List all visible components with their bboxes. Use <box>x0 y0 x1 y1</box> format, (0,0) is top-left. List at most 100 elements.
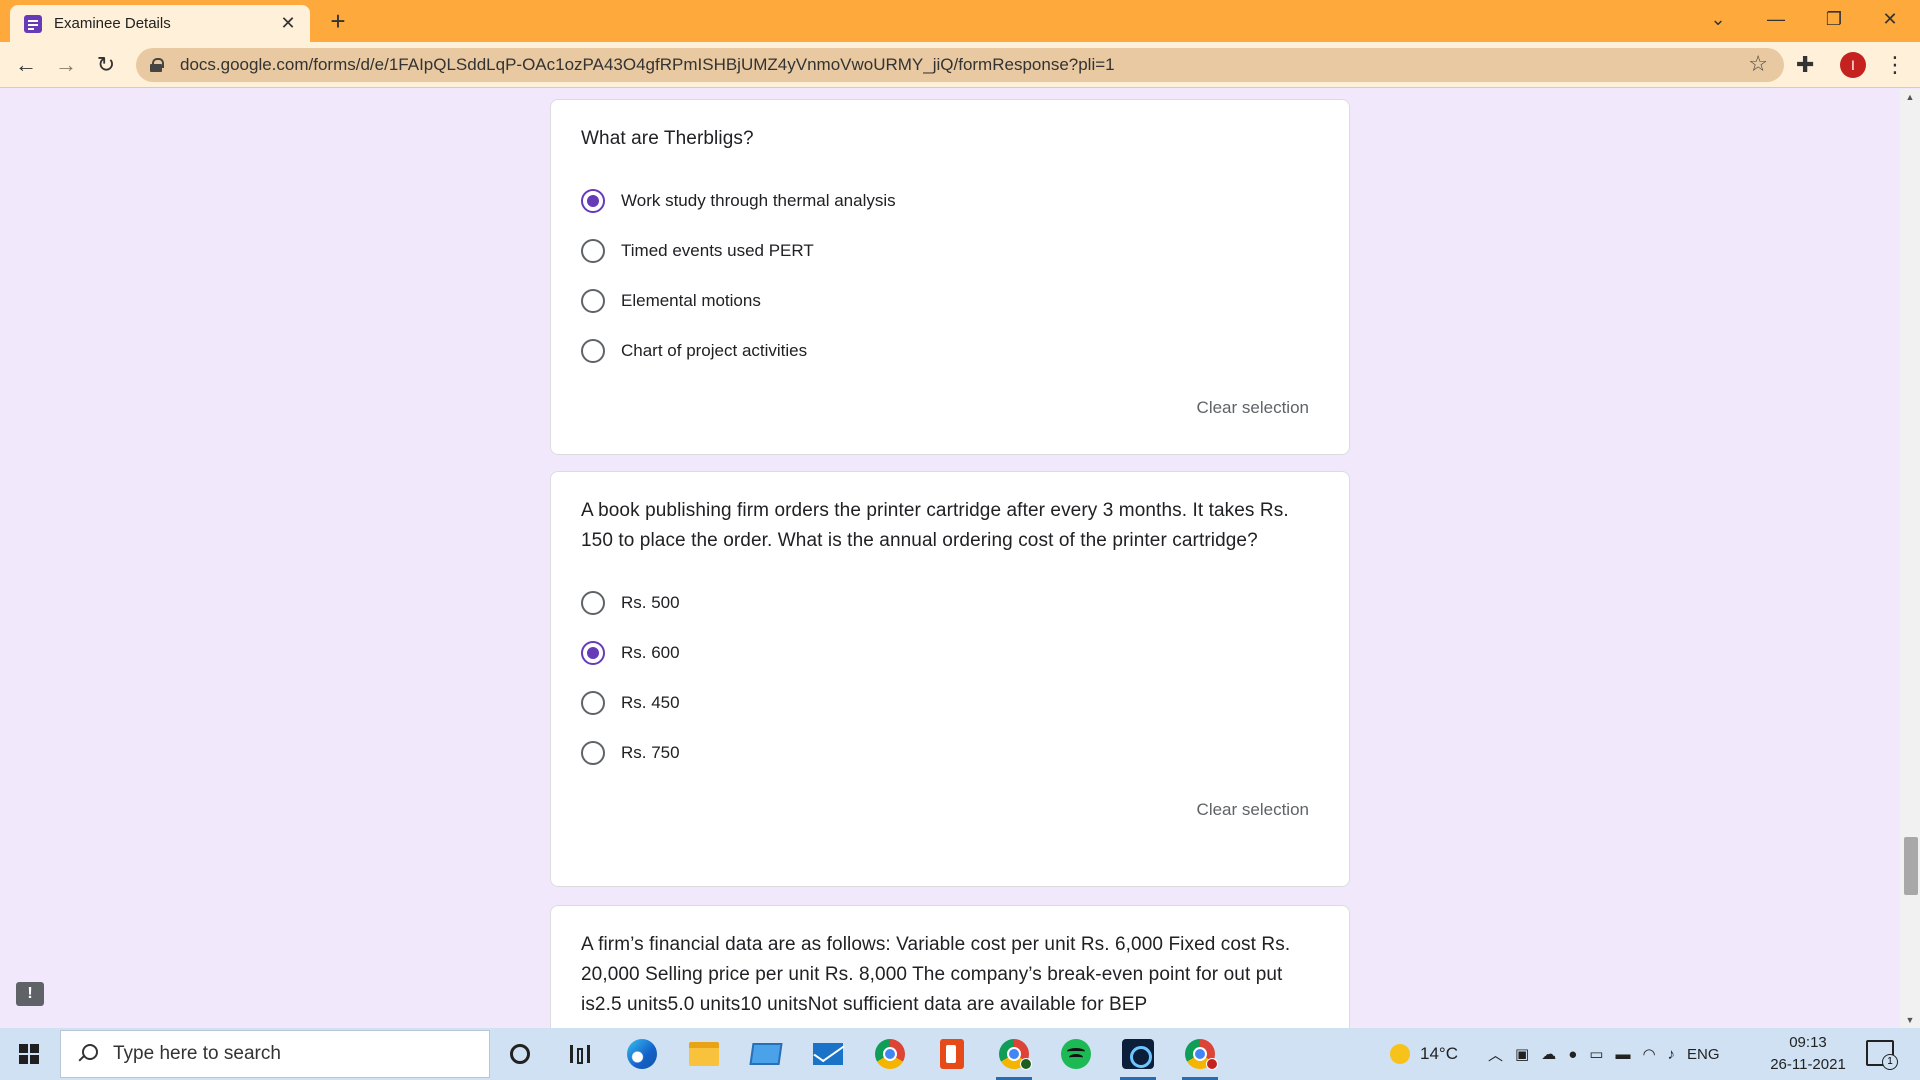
radio-button[interactable] <box>581 741 605 765</box>
taskbar-clock[interactable]: 09:13 26-11-2021 <box>1758 1032 1858 1076</box>
question-card-ordering-cost: A book publishing firm orders the printe… <box>550 471 1350 887</box>
option-elemental-motions[interactable]: Elemental motions <box>581 276 1309 326</box>
radio-button[interactable] <box>581 691 605 715</box>
option-label: Work study through thermal analysis <box>621 191 896 210</box>
bookmark-star-icon[interactable]: ☆ <box>1748 51 1768 77</box>
scroll-down-arrow-icon[interactable]: ▼ <box>1900 1012 1920 1028</box>
computer-icon <box>749 1043 783 1065</box>
notification-center-icon[interactable]: 1 <box>1866 1040 1898 1070</box>
address-bar[interactable]: docs.google.com/forms/d/e/1FAIpQLSddLqP-… <box>136 48 1784 82</box>
folder-icon <box>689 1042 719 1066</box>
weather-temperature: 14°C <box>1420 1044 1458 1063</box>
radio-button-checked[interactable] <box>581 189 605 213</box>
meeting-app-icon <box>1122 1039 1154 1069</box>
onedrive-cloud-icon[interactable]: ☁ <box>1541 1045 1556 1063</box>
page-scrollbar[interactable]: ▲ ▼ <box>1900 89 1920 1028</box>
scrollbar-thumb[interactable] <box>1904 837 1918 895</box>
tab-search-icon[interactable]: ⌄ <box>1690 0 1746 40</box>
restore-button[interactable]: ❐ <box>1806 0 1862 40</box>
option-rs-600[interactable]: Rs. 600 <box>581 628 1309 678</box>
radio-button[interactable] <box>581 339 605 363</box>
option-label: Rs. 600 <box>621 643 680 662</box>
minimize-button[interactable]: — <box>1748 0 1804 40</box>
question-title: A firm’s financial data are as follows: … <box>581 934 1291 1015</box>
google-forms-icon <box>24 14 42 33</box>
forward-arrow-icon[interactable]: → <box>50 49 82 81</box>
tab-strip: Examinee Details ✕ + ⌄ — ❐ ✕ <box>0 0 1920 42</box>
this-pc-taskbar-button[interactable] <box>742 1034 790 1074</box>
radio-button[interactable] <box>581 239 605 263</box>
windows-taskbar: Type here to search 14°C ︿ ▣ ☁ ● ▭ ▬ ◠ ♪… <box>0 1028 1920 1080</box>
file-explorer-taskbar-button[interactable] <box>680 1034 728 1074</box>
weather-widget[interactable]: 14°C <box>1390 1028 1458 1080</box>
option-label: Rs. 450 <box>621 693 680 712</box>
new-tab-button[interactable]: + <box>322 6 354 38</box>
taskbar-search-input[interactable]: Type here to search <box>60 1030 490 1078</box>
system-tray: ︿ ▣ ☁ ● ▭ ▬ ◠ ♪ ENG <box>1482 1028 1720 1080</box>
start-button[interactable] <box>0 1028 58 1080</box>
option-rs-500[interactable]: Rs. 500 <box>581 578 1309 628</box>
spotify-taskbar-button[interactable] <box>1052 1034 1100 1074</box>
notification-count-badge: 1 <box>1882 1054 1898 1070</box>
edge-icon <box>627 1039 657 1069</box>
option-label: Rs. 500 <box>621 593 680 612</box>
radio-button-checked[interactable] <box>581 641 605 665</box>
scroll-up-arrow-icon[interactable]: ▲ <box>1900 89 1920 105</box>
chrome-taskbar-button[interactable] <box>866 1034 914 1074</box>
show-hidden-icons-chevron-icon[interactable]: ︿ <box>1488 1044 1503 1065</box>
search-placeholder: Type here to search <box>113 1043 281 1064</box>
volume-icon[interactable]: ♪ <box>1668 1046 1676 1063</box>
chrome-active-taskbar-button[interactable] <box>1176 1034 1224 1080</box>
cortana-button[interactable] <box>496 1034 544 1074</box>
microphone-icon[interactable]: ● <box>1568 1046 1577 1063</box>
clear-selection-button[interactable]: Clear selection <box>581 398 1309 418</box>
edge-taskbar-button[interactable] <box>618 1034 666 1074</box>
lock-icon[interactable] <box>150 58 164 72</box>
radio-group: Work study through thermal analysis Time… <box>581 176 1309 376</box>
windows-logo-icon <box>19 1044 39 1064</box>
report-feedback-icon[interactable]: ! <box>16 982 44 1006</box>
extensions-puzzle-icon[interactable]: ✚ <box>1796 52 1814 78</box>
radio-button[interactable] <box>581 289 605 313</box>
office-taskbar-button[interactable] <box>928 1034 976 1074</box>
close-window-button[interactable]: ✕ <box>1862 0 1918 40</box>
reload-icon[interactable]: ↻ <box>90 49 122 81</box>
office-icon <box>940 1039 964 1069</box>
option-label: Chart of project activities <box>621 341 808 360</box>
language-indicator[interactable]: ENG <box>1687 1046 1720 1063</box>
mail-taskbar-button[interactable] <box>804 1034 852 1074</box>
clear-selection-button[interactable]: Clear selection <box>581 800 1309 820</box>
tab-close-icon[interactable]: ✕ <box>278 13 298 34</box>
battery-icon[interactable]: ▬ <box>1615 1046 1630 1063</box>
question-title: A book publishing firm orders the printe… <box>581 500 1289 551</box>
option-rs-750[interactable]: Rs. 750 <box>581 728 1309 778</box>
option-label: Timed events used PERT <box>621 241 814 260</box>
radio-group: Rs. 500 Rs. 600 Rs. 450 Rs. 750 <box>581 578 1309 778</box>
meeting-app-taskbar-button[interactable] <box>1114 1034 1162 1080</box>
back-arrow-icon[interactable]: ← <box>10 49 42 81</box>
task-view-icon <box>570 1045 590 1064</box>
question-title: What are Therbligs? <box>581 128 754 149</box>
option-chart-activities[interactable]: Chart of project activities <box>581 326 1309 376</box>
meet-now-icon[interactable]: ▣ <box>1515 1045 1529 1063</box>
option-rs-450[interactable]: Rs. 450 <box>581 678 1309 728</box>
clock-time: 09:13 <box>1789 1034 1827 1051</box>
option-label: Elemental motions <box>621 291 761 310</box>
weather-sun-icon <box>1390 1044 1410 1064</box>
url-text[interactable]: docs.google.com/forms/d/e/1FAIpQLSddLqP-… <box>180 55 1115 75</box>
option-timed-events[interactable]: Timed events used PERT <box>581 226 1309 276</box>
task-view-button[interactable] <box>556 1034 604 1074</box>
browser-tab[interactable]: Examinee Details ✕ <box>10 5 310 42</box>
clock-date: 26-11-2021 <box>1770 1056 1846 1073</box>
browser-menu-icon[interactable]: ⋮ <box>1884 50 1906 80</box>
wifi-icon[interactable]: ◠ <box>1642 1045 1655 1063</box>
chrome-profile-taskbar-button[interactable] <box>990 1034 1038 1080</box>
tab-title: Examinee Details <box>54 15 171 32</box>
profile-avatar[interactable]: I <box>1840 52 1866 78</box>
question-card-break-even: A firm’s financial data are as follows: … <box>550 905 1350 1028</box>
question-card-therbligs: What are Therbligs? Work study through t… <box>550 99 1350 455</box>
radio-button[interactable] <box>581 591 605 615</box>
option-work-study[interactable]: Work study through thermal analysis <box>581 176 1309 226</box>
display-icon[interactable]: ▭ <box>1589 1045 1603 1063</box>
spotify-icon <box>1061 1039 1091 1069</box>
